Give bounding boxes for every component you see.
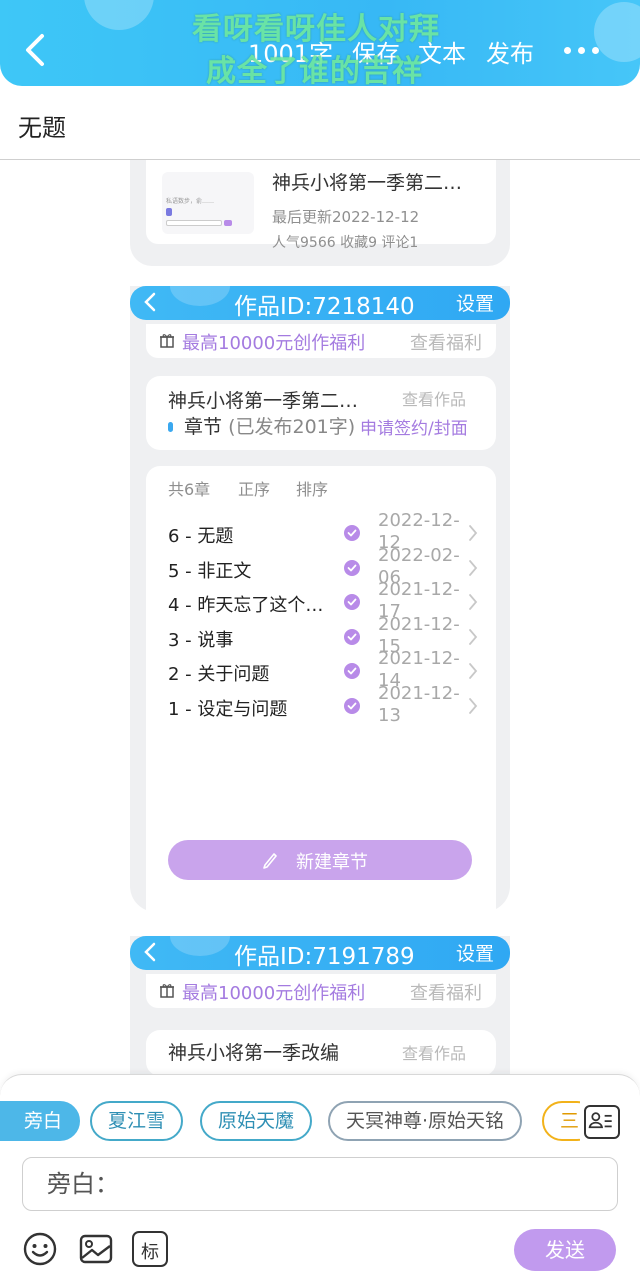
decor-bubble bbox=[84, 0, 154, 30]
benefit-banner[interactable]: 最高10000元创作福利 查看福利 bbox=[146, 324, 496, 358]
role-chip[interactable]: 三 bbox=[542, 1101, 580, 1141]
new-chapter-button[interactable]: 新建章节 bbox=[168, 840, 472, 880]
role-manage-button[interactable] bbox=[584, 1105, 620, 1139]
chevron-right-icon bbox=[469, 559, 478, 576]
gift-icon bbox=[160, 984, 174, 998]
chapter-count: 共6章 bbox=[168, 480, 211, 499]
work-name: 神兵小将第一季改编 bbox=[168, 1042, 340, 1064]
chapter-name: 4 - 昨天忘了这个… bbox=[168, 595, 324, 616]
work-stats: 人气9566 收藏9 评论1 bbox=[272, 235, 419, 251]
back-icon bbox=[26, 34, 44, 66]
chapter-title: 无题 bbox=[18, 114, 66, 142]
image-icon[interactable] bbox=[78, 1231, 114, 1267]
send-button[interactable]: 发送 bbox=[514, 1229, 616, 1271]
chapter-name: 1 - 设定与问题 bbox=[168, 698, 288, 720]
back-icon[interactable] bbox=[142, 290, 158, 314]
role-chip[interactable]: 原始天魔 bbox=[200, 1101, 313, 1141]
view-benefit-link[interactable]: 查看福利 bbox=[410, 329, 482, 355]
view-benefit-link[interactable]: 查看福利 bbox=[410, 979, 482, 1005]
sort-button[interactable]: 排序 bbox=[296, 476, 328, 500]
chapter-section-label: 章节 (已发布201字) bbox=[184, 416, 356, 438]
check-icon bbox=[344, 594, 360, 610]
more-icon bbox=[564, 47, 571, 54]
check-icon bbox=[344, 663, 360, 679]
work-header-bar: 作品ID:7218140 设置 bbox=[130, 286, 510, 320]
chapter-list-card: 共6章 正序 排序 6 - 无题 2022-12-12 5 - 非正文 2022-02… bbox=[146, 466, 496, 912]
chapter-row[interactable]: 1 - 设定与问题 2021-12-13 bbox=[168, 683, 478, 726]
benefit-text: 最高10000元创作福利 bbox=[182, 983, 366, 1004]
view-work-link[interactable]: 查看作品 bbox=[402, 1040, 466, 1064]
chapter-title-field[interactable]: 无题 bbox=[0, 86, 640, 160]
back-button[interactable] bbox=[18, 30, 52, 70]
apply-sign-link[interactable]: 申请签约/封面 bbox=[360, 414, 468, 439]
chevron-right-icon bbox=[469, 628, 478, 645]
view-work-link[interactable]: 查看作品 bbox=[402, 386, 466, 410]
work-id: 作品ID:7218140 bbox=[234, 294, 415, 320]
chapter-name: 6 - 无题 bbox=[168, 526, 234, 547]
role-chip-narrator[interactable]: 旁白 bbox=[0, 1101, 81, 1141]
section-marker bbox=[168, 422, 173, 432]
more-button[interactable] bbox=[562, 38, 602, 62]
work-info-card: 神兵小将第一季第二… 查看作品 章节 (已发布201字) 申请签约/封面 bbox=[146, 376, 496, 450]
chevron-right-icon bbox=[469, 594, 478, 610]
settings-button[interactable]: 设置 bbox=[456, 939, 494, 966]
message-input-box[interactable] bbox=[22, 1157, 618, 1211]
chapter-name: 3 - 说事 bbox=[168, 629, 234, 651]
composer-panel: 旁白 夏江雪 原始天魔 天冥神尊·原始天铭 三 标 发送 bbox=[0, 1074, 640, 1280]
last-updated: 最后更新2022-12-12 bbox=[272, 208, 420, 226]
gift-icon bbox=[160, 334, 174, 348]
top-bar: 1001字 保存 文本 发布 看呀看呀佳人对拜 成全了谁的吉祥 bbox=[0, 0, 640, 86]
chapter-name: 2 - 关于问题 bbox=[168, 664, 270, 685]
work-info-card: 神兵小将第一季改编 查看作品 bbox=[146, 1030, 496, 1076]
benefit-text: 最高10000元创作福利 bbox=[182, 333, 366, 354]
work-card: 私语数步，俞…… 神兵小将第一季第二… 最后更新2022-12-12 人气956… bbox=[146, 160, 496, 251]
embedded-screenshot-work-detail: 作品ID:7218140 设置 最高10000元创作福利 查看福利 神兵小将第一… bbox=[130, 286, 510, 912]
check-icon bbox=[344, 697, 360, 714]
work-thumbnail: 私语数步，俞…… bbox=[162, 172, 254, 234]
emoji-icon[interactable] bbox=[22, 1231, 58, 1267]
order-toggle[interactable]: 正序 bbox=[238, 476, 270, 500]
work-header-bar: 作品ID:7191789 设置 bbox=[130, 936, 510, 970]
lyric-overlay-line1: 看呀看呀佳人对拜 bbox=[192, 12, 440, 47]
chevron-right-icon bbox=[469, 697, 478, 714]
embedded-screenshot-work-detail-2: 作品ID:7191789 设置 最高10000元创作福利 查看福利 神兵小将第一… bbox=[130, 936, 510, 1076]
contact-card-icon bbox=[588, 1112, 612, 1129]
chapter-date: 2021-12-13 bbox=[378, 682, 460, 726]
check-icon bbox=[344, 559, 360, 576]
publish-button[interactable]: 发布 bbox=[486, 34, 534, 69]
check-icon bbox=[344, 628, 360, 645]
work-id: 作品ID:7191789 bbox=[234, 944, 415, 970]
chevron-right-icon bbox=[469, 663, 478, 679]
pencil-icon bbox=[263, 853, 277, 869]
new-chapter-label: 新建章节 bbox=[296, 852, 368, 873]
role-chip[interactable]: 夏江雪 bbox=[90, 1101, 184, 1141]
lyric-overlay-line2: 成全了谁的吉祥 bbox=[206, 54, 423, 86]
tag-button[interactable]: 标 bbox=[132, 1231, 168, 1267]
role-chip[interactable]: 天冥神尊·原始天铭 bbox=[328, 1101, 523, 1141]
work-title[interactable]: 神兵小将第一季第二… bbox=[272, 168, 462, 195]
benefit-banner[interactable]: 最高10000元创作福利 查看福利 bbox=[146, 974, 496, 1008]
role-selector: 旁白 夏江雪 原始天魔 天冥神尊·原始天铭 三 bbox=[0, 1101, 580, 1143]
back-icon[interactable] bbox=[142, 940, 158, 964]
message-input[interactable] bbox=[47, 1168, 587, 1200]
chevron-right-icon bbox=[469, 525, 478, 541]
tag-icon: 标 bbox=[141, 1242, 159, 1263]
chapter-publish-status: (已发布201字) bbox=[228, 416, 356, 438]
chapter-name: 5 - 非正文 bbox=[168, 560, 252, 582]
embedded-screenshot-work-card: 私语数步，俞…… 神兵小将第一季第二… 最后更新2022-12-12 人气956… bbox=[130, 160, 510, 266]
settings-button[interactable]: 设置 bbox=[456, 289, 494, 316]
check-icon bbox=[344, 525, 360, 541]
work-name: 神兵小将第一季第二… bbox=[168, 390, 359, 412]
